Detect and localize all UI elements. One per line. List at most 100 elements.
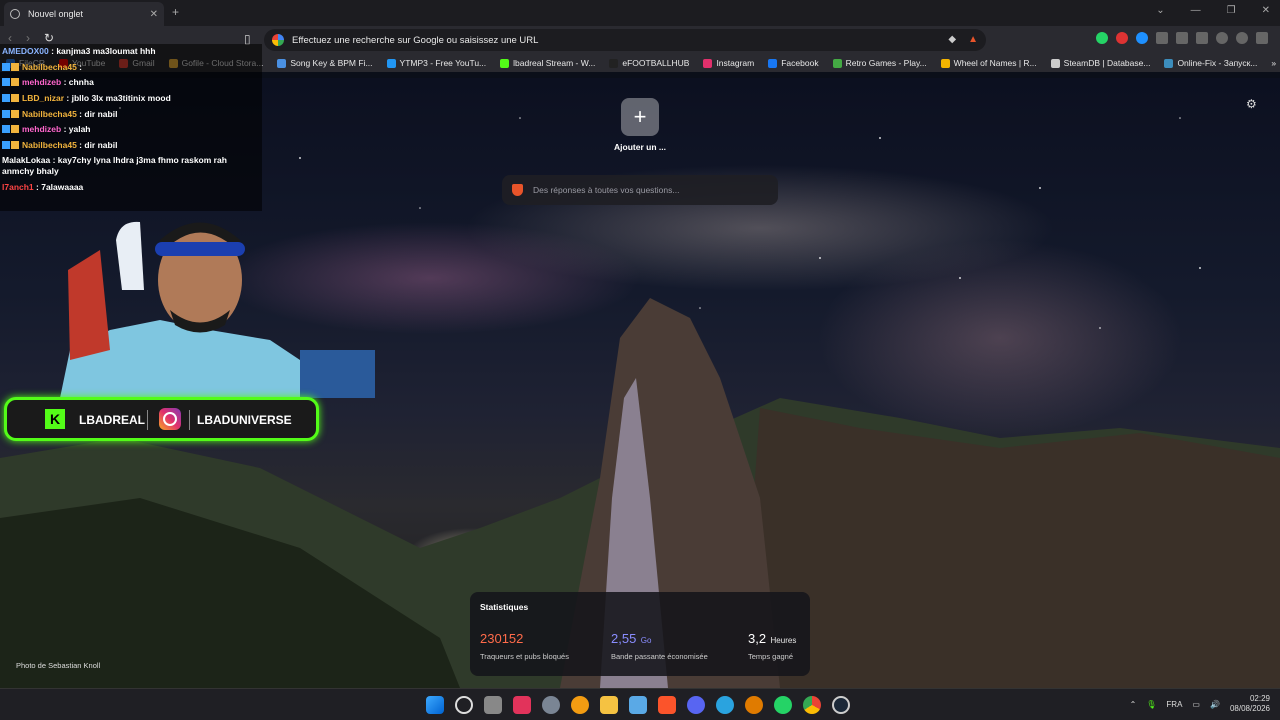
chat-message: mehdizeb : yalah — [2, 124, 260, 135]
system-tray: ⌃ 🎙 FRA ▭ 🔊 02:29 08/08/2026 — [1130, 694, 1270, 715]
stat-bandwidth-value: 2,55 — [611, 631, 637, 646]
chat-text: dir nabil — [84, 108, 118, 119]
chevron-down-icon[interactable]: ⌄ — [1156, 5, 1164, 16]
telegram-icon[interactable] — [716, 696, 734, 714]
sidebar-icon[interactable] — [1176, 32, 1188, 44]
subscriber-badge-icon — [2, 93, 10, 102]
bookmark-item[interactable]: SteamDB | Database... — [1050, 58, 1150, 68]
photo-credit[interactable]: Photo de Sebastian Knoll — [16, 661, 100, 670]
subscriber-badge-icon — [2, 78, 10, 87]
subscriber-badge-icon — [2, 109, 10, 118]
bookmark-item[interactable]: Retro Games - Play... — [832, 58, 927, 68]
stats-title: Statistiques — [480, 602, 529, 612]
wallet-icon[interactable] — [1196, 32, 1208, 44]
add-shortcut-button[interactable]: + — [621, 98, 659, 136]
discord-icon[interactable] — [687, 696, 705, 714]
chrome-icon[interactable] — [803, 696, 821, 714]
chat-message: l7anch1 : 7alawaaaa — [2, 182, 260, 193]
chat-username: mehdizeb — [22, 124, 62, 135]
monitor-icon[interactable] — [629, 696, 647, 714]
gear-icon[interactable]: ⚙ — [1246, 97, 1257, 111]
language-indicator[interactable]: FRA — [1166, 700, 1182, 709]
bookmark-item[interactable]: YTMP3 - Free YouTu... — [386, 58, 487, 68]
bookmark-label: Wheel of Names | R... — [953, 58, 1037, 68]
stat-time-unit: Heures — [770, 636, 797, 645]
whatsapp-icon[interactable] — [774, 696, 792, 714]
clock[interactable]: 02:29 08/08/2026 — [1230, 694, 1270, 715]
bookmark-item[interactable]: eFOOTBALLHUB — [609, 58, 689, 68]
chat-message: MalakLokaa : kay7chy lyna lhdra j3ma fhm… — [2, 155, 260, 176]
tiktok-icon[interactable] — [513, 696, 531, 714]
shield-icon — [10, 9, 20, 19]
whatsapp-extension-icon[interactable] — [1096, 32, 1108, 44]
puzzle-icon[interactable] — [1156, 32, 1168, 44]
task-view-icon[interactable] — [484, 696, 502, 714]
stat-bandwidth-label: Bande passante économisée — [611, 652, 708, 661]
leo-icon[interactable] — [1216, 32, 1228, 44]
bookmark-label: YTMP3 - Free YouTu... — [399, 58, 487, 68]
network-icon[interactable]: ▭ — [1192, 700, 1200, 709]
maximize-button[interactable]: ❐ — [1227, 5, 1236, 16]
bookmarks-overflow-icon[interactable]: » — [1271, 58, 1280, 68]
brave-icon[interactable] — [658, 696, 676, 714]
skype-extension-icon[interactable] — [1136, 32, 1148, 44]
bookmark-item[interactable]: Wheel of Names | R... — [940, 58, 1037, 68]
chat-username: l7anch1 — [2, 181, 34, 192]
search-app-icon[interactable] — [571, 696, 589, 714]
bookmark-item[interactable]: Facebook — [768, 58, 819, 68]
chat-separator: : — [61, 77, 69, 88]
windows-start-icon[interactable] — [426, 696, 444, 714]
ask-placeholder: Des réponses à toutes vos questions... — [533, 185, 680, 195]
chat-message: Nabilbecha45 : — [2, 62, 260, 73]
back-button[interactable]: ‹ — [8, 31, 12, 45]
divider — [147, 410, 148, 430]
chat-message: Nabilbecha45 : dir nabil — [2, 109, 260, 120]
stat-bandwidth-unit: Go — [640, 636, 652, 645]
stop-extension-icon[interactable] — [1116, 32, 1128, 44]
address-bar[interactable]: Effectuez une recherche sur Google ou sa… — [264, 29, 986, 51]
file-explorer-icon[interactable] — [600, 696, 618, 714]
close-window-button[interactable]: ✕ — [1262, 5, 1270, 16]
add-shortcut-label: Ajouter un ... — [614, 142, 666, 152]
bookmark-item[interactable]: Instagram — [703, 58, 754, 68]
forward-button[interactable]: › — [26, 31, 30, 45]
brave-rewards-icon[interactable]: ▲ — [968, 34, 978, 45]
search-icon[interactable] — [455, 696, 473, 714]
stats-widget: Statistiques 230152 Traqueurs et pubs bl… — [470, 592, 810, 676]
bookmark-label: Retro Games - Play... — [845, 58, 927, 68]
minimize-button[interactable]: — — [1191, 5, 1201, 16]
bookmark-item[interactable]: lbadreal Stream - W... — [500, 58, 595, 68]
volume-icon[interactable]: 🔊 — [1210, 700, 1220, 709]
chat-text: chnha — [68, 77, 94, 88]
leo-ask-input[interactable]: Des réponses à toutes vos questions... — [502, 175, 778, 205]
reload-button[interactable]: ↻ — [44, 31, 54, 45]
brave-shield-icon[interactable]: ◆ — [948, 34, 956, 45]
chat-separator: : — [76, 61, 83, 72]
chat-text: kanjma3 ma3loumat hhh — [56, 46, 156, 56]
chat-username: mehdizeb — [22, 77, 62, 88]
bookmark-item[interactable]: Song Key & BPM Fi... — [277, 58, 373, 68]
kick-icon: K — [45, 409, 65, 429]
divider — [189, 410, 190, 430]
close-icon[interactable]: ✕ — [150, 9, 158, 20]
taskbar-apps — [426, 696, 850, 714]
chat-message: AMEDOX00 : kanjma3 ma3loumat hhh — [2, 46, 260, 57]
gift-badge-icon — [11, 62, 19, 71]
gift-badge-icon — [11, 93, 19, 102]
new-tab-button[interactable]: + — [172, 5, 179, 19]
stat-time-value: 3,2 — [748, 631, 767, 646]
obs-icon[interactable] — [745, 696, 763, 714]
chevron-up-icon[interactable]: ⌃ — [1130, 700, 1137, 709]
menu-icon[interactable] — [1256, 32, 1268, 44]
chat-username: Nabilbecha45 — [22, 61, 77, 72]
steam-icon[interactable] — [832, 696, 850, 714]
bookmark-favicon-icon — [500, 58, 510, 68]
microphone-icon[interactable]: 🎙 — [1146, 700, 1156, 709]
settings-icon[interactable] — [542, 696, 560, 714]
vpn-icon[interactable] — [1236, 32, 1248, 44]
tab-new-tab[interactable]: Nouvel onglet ✕ — [4, 2, 164, 26]
bookmark-item[interactable]: Online-Fix - Запуск... — [1164, 58, 1257, 68]
bookmark-favicon-icon — [609, 58, 619, 68]
bookmark-favicon-icon — [277, 58, 287, 68]
instagram-username: LBADUNIVERSE — [197, 413, 292, 427]
